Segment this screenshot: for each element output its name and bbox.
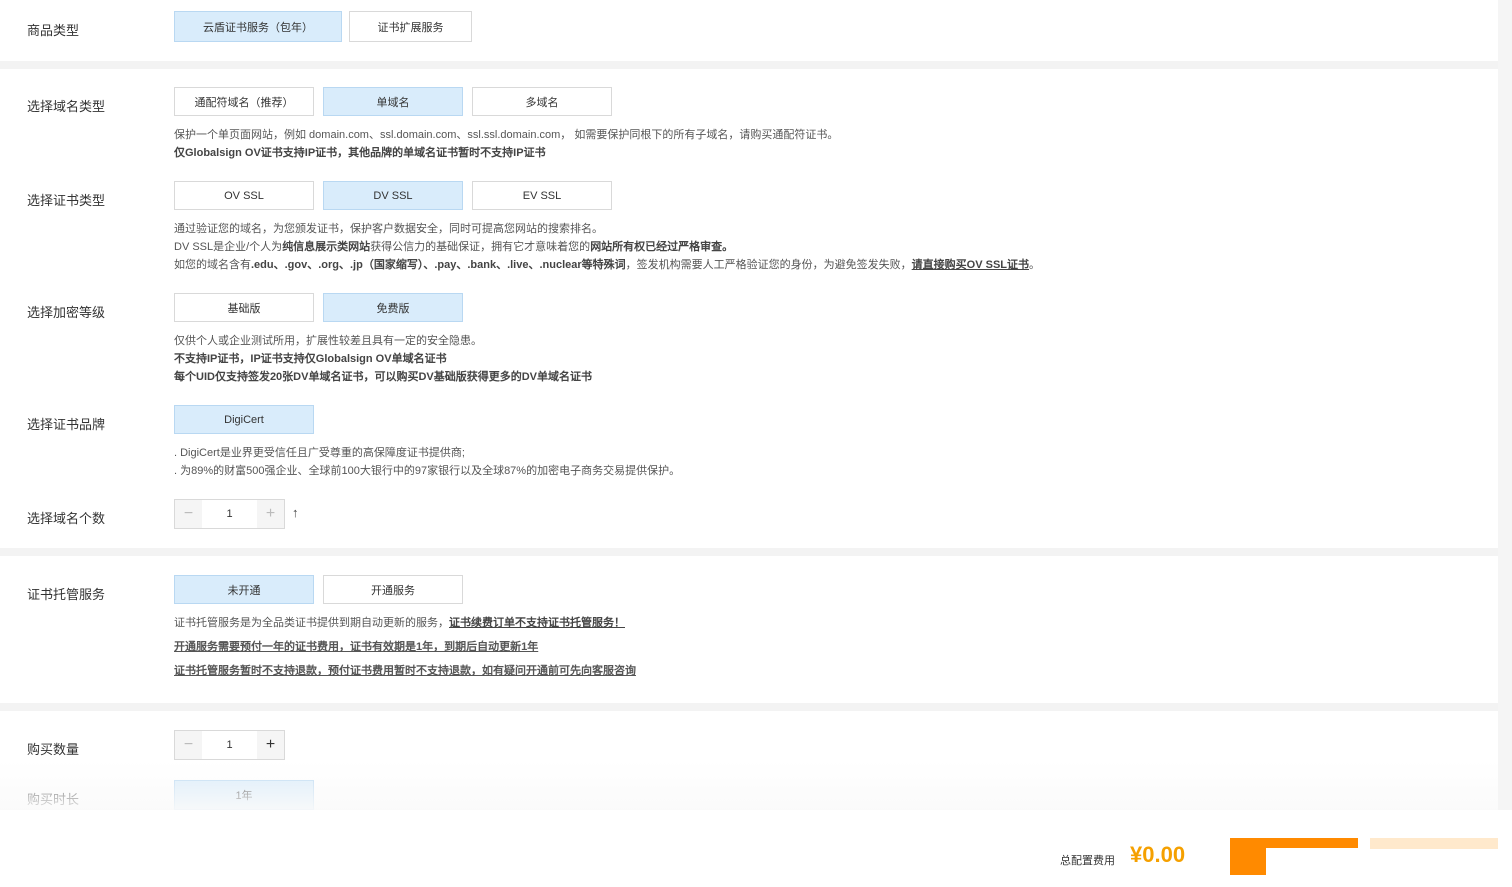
ssl-purchase-page: 商品类型 云盾证书服务（包年） 证书扩展服务 选择域名类型 通配符域名（推荐） … [0, 0, 1512, 887]
cert-type-desc-line3-c: ，签发机构需要人工严格验证您的身份，为避免签发失败， [625, 259, 912, 271]
domain-type-ip-note: 仅Globalsign OV证书支持IP证书，其他品牌的单域名证书暂时不支持IP… [174, 144, 838, 162]
buy-button-overlay [1266, 848, 1358, 878]
domain-count-plus-button[interactable]: + [257, 500, 284, 528]
quantity-minus-button[interactable]: − [175, 731, 202, 759]
arrow-up-icon: ↑ [292, 505, 299, 520]
encryption-desc-line3-text: 每个UID仅支持签发20张DV单域名证书，可以购买DV基础版获得更多的DV单域名… [174, 371, 593, 383]
encryption-option-free[interactable]: 免费版 [323, 293, 463, 322]
domain-type-description: 保护一个单页面网站，例如 domain.com、ssl.domain.com、s… [174, 126, 838, 162]
encryption-level-label: 选择加密等级 [27, 305, 106, 320]
domain-count-label: 选择域名个数 [27, 511, 106, 526]
cert-type-option-dv[interactable]: DV SSL [323, 181, 463, 210]
domain-type-ip-note-text: 仅Globalsign OV证书支持IP证书，其他品牌的单域名证书暂时不支持IP… [174, 147, 546, 159]
encryption-desc-line1: 仅供个人或企业测试所用，扩展性较差且具有一定的安全隐患。 [174, 335, 482, 347]
cert-config-panel: 选择域名类型 通配符域名（推荐） 单域名 多域名 保护一个单页面网站，例如 do… [0, 69, 1498, 548]
domain-type-desc-line: 保护一个单页面网站，例如 domain.com、ssl.domain.com、s… [174, 129, 839, 141]
domain-type-option-wildcard[interactable]: 通配符域名（推荐） [174, 87, 314, 116]
cert-type-desc-line3-end: 。 [1029, 259, 1041, 271]
hosting-renewal-note-link[interactable]: 证书续费订单不支持证书托管服务！ [449, 617, 625, 629]
encryption-desc-line3: 每个UID仅支持签发20张DV单域名证书，可以购买DV基础版获得更多的DV单域名… [174, 368, 592, 386]
cert-type-desc-line2-c: 获得公信力的基础保证，拥有它才意味着您的 [370, 241, 591, 253]
cert-type-option-ov[interactable]: OV SSL [174, 181, 314, 210]
domain-count-minus-button[interactable]: − [175, 500, 202, 528]
cert-type-label: 选择证书类型 [27, 193, 106, 208]
domain-type-label: 选择域名类型 [27, 99, 106, 114]
cert-hosting-label: 证书托管服务 [27, 587, 106, 602]
domain-type-option-multi[interactable]: 多域名 [472, 87, 612, 116]
brand-desc-line1: . DigiCert是业界更受信任且广受尊重的高保障度证书提供商; [174, 447, 465, 459]
product-type-panel: 商品类型 云盾证书服务（包年） 证书扩展服务 [0, 0, 1498, 61]
buy-ov-ssl-link[interactable]: 请直接购买OV SSL证书 [912, 259, 1029, 271]
domain-type-option-single[interactable]: 单域名 [323, 87, 463, 116]
product-type-option-annual[interactable]: 云盾证书服务（包年） [174, 11, 342, 42]
domain-count-value[interactable]: 1 [202, 500, 257, 528]
vertical-scrollbar[interactable] [1498, 0, 1512, 810]
hosting-option-disabled[interactable]: 未开通 [174, 575, 314, 604]
brand-desc-line2: . 为89%的财富500强企业、全球前100大银行中的97家银行以及全球87%的… [174, 465, 681, 477]
purchase-panel: 购买数量 − 1 + 购买时长 1年 [0, 711, 1498, 810]
cert-type-desc-line2-d: 网站所有权已经过严格审查。 [590, 241, 734, 253]
brand-description: . DigiCert是业界更受信任且广受尊重的高保障度证书提供商; . 为89%… [174, 444, 680, 480]
hosting-desc-line1: 证书托管服务是为全品类证书提供到期自动更新的服务，证书续费订单不支持证书托管服务… [174, 611, 636, 635]
cert-type-desc-line2-b: 纯信息展示类网站 [282, 241, 371, 253]
cert-hosting-panel: 证书托管服务 未开通 开通服务 证书托管服务是为全品类证书提供到期自动更新的服务… [0, 556, 1498, 703]
hosting-refund-note-link[interactable]: 证书托管服务暂时不支持退款，预付证书费用暂时不支持退款，如有疑问开通前可先向客服… [174, 659, 636, 683]
cert-brand-label: 选择证书品牌 [27, 417, 106, 432]
cert-type-desc-line3-a: 如您的域名含有 [174, 259, 251, 271]
cert-type-description: 通过验证您的域名，为您颁发证书，保护客户数据安全，同时可提高您网站的搜索排名。 … [174, 220, 1040, 274]
quantity-stepper: − 1 + [174, 730, 285, 760]
encryption-option-basic[interactable]: 基础版 [174, 293, 314, 322]
cert-type-desc-line2: DV SSL是企业/个人为纯信息展示类网站获得公信力的基础保证，拥有它才意味着您… [174, 238, 1040, 256]
brand-option-digicert[interactable]: DigiCert [174, 405, 314, 434]
price-footer: 总配置费用 ¥0.00 [0, 810, 1512, 887]
quantity-plus-button[interactable]: + [257, 731, 284, 759]
quantity-value[interactable]: 1 [202, 731, 257, 759]
cert-type-option-ev[interactable]: EV SSL [472, 181, 612, 210]
domain-count-stepper: − 1 + [174, 499, 285, 529]
hosting-prepay-note-link[interactable]: 开通服务需要预付一年的证书费用，证书有效期是1年，到期后自动更新1年 [174, 635, 636, 659]
quantity-label: 购买数量 [27, 742, 80, 757]
encryption-description: 仅供个人或企业测试所用，扩展性较差且具有一定的安全隐患。 不支持IP证书，IP证… [174, 332, 592, 386]
duration-label: 购买时长 [27, 792, 80, 807]
cert-type-desc-line1: 通过验证您的域名，为您颁发证书，保护客户数据安全，同时可提高您网站的搜索排名。 [174, 223, 603, 235]
encryption-desc-line2-text: 不支持IP证书，IP证书支持仅Globalsign OV单域名证书 [174, 353, 447, 365]
cert-type-desc-line2-a: DV SSL是企业/个人为 [174, 241, 283, 253]
product-type-option-extension[interactable]: 证书扩展服务 [349, 11, 472, 42]
add-to-cart-button[interactable] [1370, 838, 1498, 849]
cert-type-desc-line3: 如您的域名含有.edu、.gov、.org、.jp（国家缩写）、.pay、.ba… [174, 256, 1040, 274]
hosting-desc-line1-a: 证书托管服务是为全品类证书提供到期自动更新的服务， [174, 617, 449, 629]
cert-type-desc-line3-b: .edu、.gov、.org、.jp（国家缩写）、.pay、.bank、.liv… [251, 259, 626, 271]
hosting-option-enable[interactable]: 开通服务 [323, 575, 463, 604]
product-type-label: 商品类型 [27, 23, 80, 38]
hosting-description: 证书托管服务是为全品类证书提供到期自动更新的服务，证书续费订单不支持证书托管服务… [174, 611, 636, 683]
duration-option-1-year[interactable]: 1年 [174, 780, 314, 810]
encryption-desc-line2: 不支持IP证书，IP证书支持仅Globalsign OV单域名证书 [174, 350, 592, 368]
total-cost-label: 总配置费用 [1060, 855, 1115, 867]
total-cost-value: ¥0.00 [1130, 842, 1186, 867]
